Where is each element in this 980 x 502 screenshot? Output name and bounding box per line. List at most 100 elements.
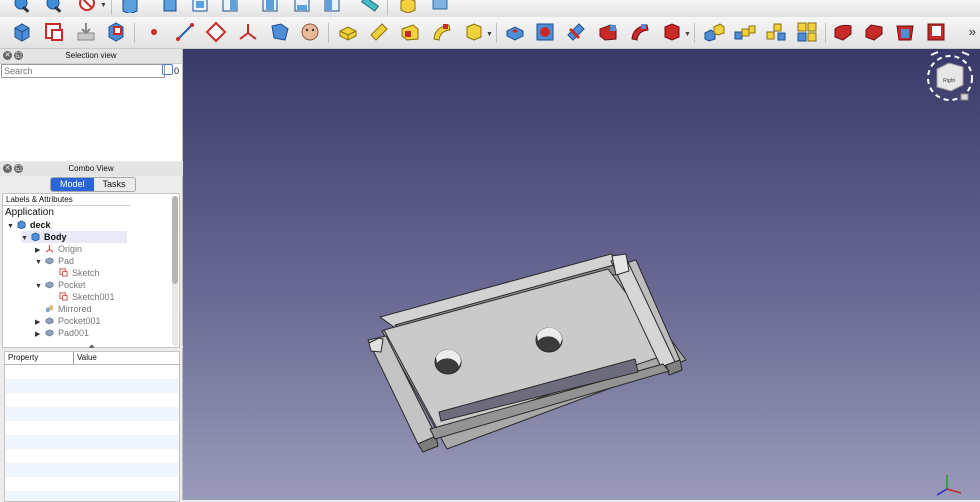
clone-icon[interactable] bbox=[298, 20, 322, 44]
navigation-cube[interactable]: Right bbox=[927, 51, 973, 101]
view-box-icon[interactable] bbox=[428, 0, 452, 16]
close-panel-icon[interactable]: ✕ bbox=[3, 164, 12, 173]
expand-arrow-icon[interactable]: ▼ bbox=[35, 281, 45, 293]
tree-item-sketch[interactable]: Sketch bbox=[49, 267, 100, 279]
draw-style-dropdown-icon[interactable]: ▼ bbox=[100, 2, 107, 9]
tree-item-sketch001[interactable]: Sketch001 bbox=[49, 291, 115, 303]
pocket-icon[interactable] bbox=[503, 20, 527, 44]
pad-feature-icon bbox=[45, 329, 54, 337]
subtractive-loft-icon[interactable] bbox=[596, 20, 620, 44]
additive-primitive-dropdown-icon[interactable]: ▼ bbox=[486, 31, 493, 38]
tree-scrollbar-thumb[interactable] bbox=[172, 196, 178, 284]
mirrored-feature-icon bbox=[45, 304, 54, 313]
part-icon[interactable] bbox=[396, 0, 420, 16]
tree-scrollbar[interactable] bbox=[172, 196, 178, 346]
column-header-value[interactable]: Value bbox=[73, 352, 97, 364]
deck-part-model[interactable] bbox=[367, 253, 687, 453]
additive-primitive-icon[interactable] bbox=[462, 20, 486, 44]
create-sketch-icon[interactable] bbox=[42, 20, 66, 44]
property-row bbox=[5, 379, 179, 393]
thickness-icon[interactable] bbox=[924, 20, 948, 44]
property-row bbox=[5, 491, 179, 501]
datum-point-icon[interactable] bbox=[142, 20, 166, 44]
rear-view-icon[interactable] bbox=[258, 0, 282, 16]
validate-sketch-icon[interactable] bbox=[74, 20, 98, 44]
front-view-icon[interactable] bbox=[158, 0, 182, 16]
tree-item-body[interactable]: ▼ Body bbox=[21, 231, 127, 243]
selection-count-value: 0 bbox=[174, 66, 180, 76]
subtractive-pipe-icon[interactable] bbox=[628, 20, 652, 44]
axis-cross-icon bbox=[936, 475, 962, 496]
chamfer-icon[interactable] bbox=[862, 20, 886, 44]
zoom-selection-icon[interactable] bbox=[42, 0, 66, 16]
tree-item-pad[interactable]: ▼ Pad bbox=[35, 255, 74, 267]
expand-arrow-icon[interactable]: ▶ bbox=[35, 329, 45, 341]
tab-tasks[interactable]: Tasks bbox=[94, 178, 135, 191]
hole-icon[interactable] bbox=[533, 20, 557, 44]
sketch-icon bbox=[59, 292, 68, 301]
property-row bbox=[5, 477, 179, 491]
measure-icon[interactable] bbox=[358, 0, 382, 16]
isometric-view-icon[interactable] bbox=[118, 0, 142, 16]
polar-pattern-icon[interactable] bbox=[764, 20, 788, 44]
local-coordinate-system-icon[interactable] bbox=[236, 20, 260, 44]
expand-arrow-icon[interactable]: ▼ bbox=[21, 233, 31, 245]
body-icon bbox=[31, 232, 40, 241]
subtractive-primitive-dropdown-icon[interactable]: ▼ bbox=[684, 31, 691, 38]
selection-search-input[interactable] bbox=[1, 64, 165, 78]
tree-item-mirrored[interactable]: Mirrored bbox=[35, 303, 92, 315]
float-panel-icon[interactable]: ◱ bbox=[14, 164, 23, 173]
tree-item-label: Sketch bbox=[72, 268, 100, 278]
tree-header: Labels & Attributes bbox=[3, 194, 130, 206]
shape-binder-icon[interactable] bbox=[268, 20, 292, 44]
zoom-fit-icon[interactable] bbox=[10, 0, 34, 16]
property-row bbox=[5, 393, 179, 407]
property-row bbox=[5, 463, 179, 477]
pad-icon[interactable] bbox=[336, 20, 360, 44]
tree-item-pocket001[interactable]: ▶ Pocket001 bbox=[35, 315, 101, 327]
tree-item-label: Pocket bbox=[58, 280, 86, 290]
multi-transform-icon[interactable] bbox=[795, 20, 819, 44]
tree-item-origin[interactable]: ▶ Origin bbox=[35, 243, 82, 255]
expand-arrow-icon[interactable]: ▼ bbox=[35, 257, 45, 269]
left-view-icon[interactable] bbox=[320, 0, 344, 16]
tree-item-document[interactable]: ▼ deck bbox=[7, 219, 51, 231]
column-header-property[interactable]: Property bbox=[8, 352, 38, 364]
tree-root[interactable]: Application bbox=[5, 207, 54, 219]
map-sketch-icon[interactable] bbox=[104, 20, 128, 44]
nav-cube-face-label: Right bbox=[943, 78, 955, 84]
draw-style-icon[interactable] bbox=[76, 0, 100, 16]
create-body-icon[interactable] bbox=[10, 20, 34, 44]
datum-plane-icon[interactable] bbox=[204, 20, 228, 44]
tree-item-pocket[interactable]: ▼ Pocket bbox=[35, 279, 86, 291]
groove-icon[interactable] bbox=[564, 20, 588, 44]
property-row bbox=[5, 365, 179, 379]
additive-loft-icon[interactable] bbox=[398, 20, 422, 44]
origin-icon bbox=[45, 244, 54, 253]
float-panel-icon[interactable]: ◱ bbox=[14, 51, 23, 60]
3d-viewport[interactable]: Right bbox=[183, 49, 980, 500]
tree-item-label: Pad001 bbox=[58, 328, 90, 338]
mirrored-icon[interactable] bbox=[702, 20, 726, 44]
close-panel-icon[interactable]: ✕ bbox=[3, 51, 12, 60]
linear-pattern-icon[interactable] bbox=[733, 20, 757, 44]
tree-item-pad001[interactable]: ▶ Pad001 bbox=[35, 327, 89, 339]
view-menu-icon[interactable] bbox=[960, 93, 969, 101]
pad-feature-icon bbox=[45, 257, 54, 265]
revolution-icon[interactable] bbox=[367, 20, 391, 44]
top-view-icon[interactable] bbox=[188, 0, 212, 16]
right-view-icon[interactable] bbox=[218, 0, 242, 16]
sketch-icon bbox=[59, 268, 68, 277]
select-all-icon[interactable] bbox=[162, 64, 173, 75]
property-row bbox=[5, 407, 179, 421]
model-view: Right bbox=[367, 51, 973, 496]
datum-line-icon[interactable] bbox=[173, 20, 197, 44]
toolbar-overflow-icon[interactable]: » bbox=[969, 24, 976, 39]
draft-icon[interactable] bbox=[893, 20, 917, 44]
tab-model[interactable]: Model bbox=[51, 178, 94, 191]
bottom-view-icon[interactable] bbox=[290, 0, 314, 16]
subtractive-primitive-icon[interactable] bbox=[660, 20, 684, 44]
fillet-icon[interactable] bbox=[831, 20, 855, 44]
expand-arrow-icon[interactable]: ▼ bbox=[7, 221, 17, 233]
additive-pipe-icon[interactable] bbox=[430, 20, 454, 44]
